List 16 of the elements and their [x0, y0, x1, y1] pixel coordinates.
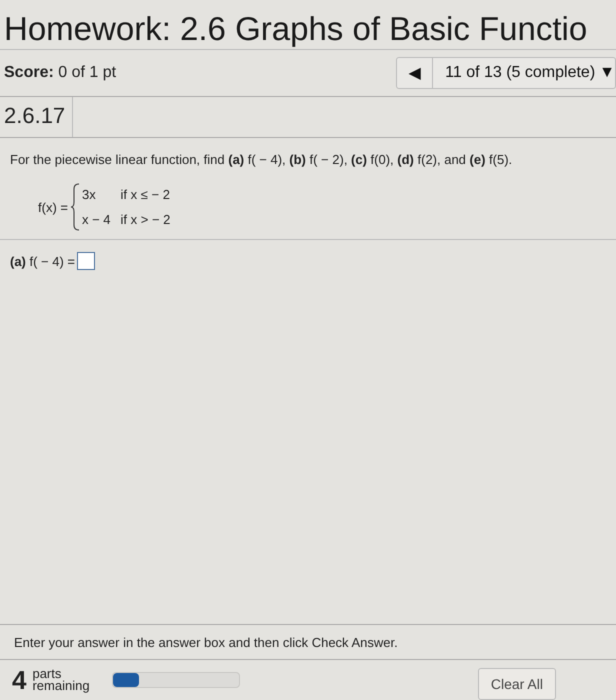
instruction-text: Enter your answer in the answer box and then click Check Answer. — [0, 625, 616, 660]
answer-box[interactable] — [77, 252, 96, 270]
page-title: Homework: 2.6 Graphs of Basic Functio — [0, 0, 616, 50]
question-text: For the piecewise linear function, find (a) f( − 4), (b) f( − 2), (c) f(0), (d) f(2), and (e) f(5). — [10, 152, 514, 167]
clear-all-button[interactable]: Clear All — [478, 668, 556, 700]
function-name: f(x) = — [38, 200, 68, 214]
parts-remaining-label: parts remaining — [32, 668, 91, 692]
score-text: Score: 0 of 1 pt — [4, 64, 116, 82]
piece-condition: if x ≤ − 2 — [120, 187, 170, 202]
piece-expression: 3x — [82, 187, 97, 202]
question-number: 2.6.17 — [0, 97, 73, 137]
piece-condition: if x > − 2 — [120, 212, 170, 227]
answer-label: (a) f( − 4) = — [10, 254, 76, 268]
piece-expression: x − 4 — [82, 212, 111, 227]
brace-icon — [70, 183, 80, 231]
parts-count: 4 — [12, 664, 26, 696]
